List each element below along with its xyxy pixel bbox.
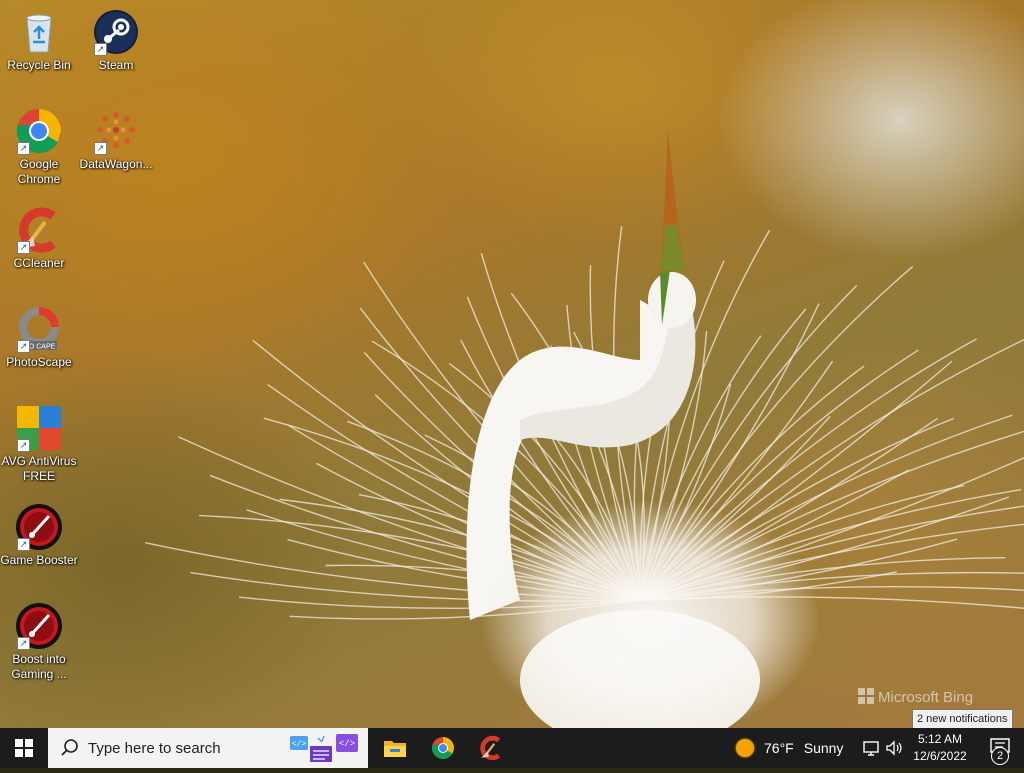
desktop-icon-game-booster[interactable]: ↗ Game Booster	[0, 503, 78, 568]
desktop-icon-recycle-bin[interactable]: Recycle Bin	[0, 8, 78, 73]
svg-text:</>: </>	[339, 739, 355, 749]
start-button[interactable]	[0, 728, 48, 768]
system-clock[interactable]: 5:12 AM 12/6/2022	[908, 731, 972, 765]
ccleaner-icon	[480, 735, 501, 761]
shortcut-arrow-icon: ↗	[94, 43, 107, 56]
desktop-icon-photoscape[interactable]: TO CAPE ↗ PhotoScape	[0, 305, 78, 370]
recycle-bin-icon	[15, 8, 63, 56]
desktop-icon-datawagon[interactable]: ↗ DataWagon...	[77, 107, 155, 172]
desktop-icon-boost-into-gaming[interactable]: ↗ Boost into Gaming ...	[0, 602, 78, 682]
desktop-icon-label: Boost into Gaming ...	[11, 652, 67, 681]
shortcut-arrow-icon: ↗	[17, 439, 30, 452]
taskbar-google-chrome[interactable]	[420, 728, 466, 768]
desktop-icon-label: AVG AntiVirus FREE	[1, 454, 77, 483]
avg-icon: ↗	[15, 404, 63, 452]
notification-count-badge: 2	[991, 747, 1009, 765]
shortcut-arrow-icon: ↗	[17, 538, 30, 551]
sunny-weather-icon	[736, 739, 754, 757]
desktop-icon-ccleaner[interactable]: ↗ CCleaner	[0, 206, 78, 271]
search-icon	[61, 739, 78, 756]
taskbar: Type here to search </> </> 76°F Sunny 5…	[0, 728, 1024, 768]
shortcut-arrow-icon: ↗	[17, 340, 30, 353]
desktop-icon-label: Game Booster	[0, 553, 78, 567]
desktop-icon-label: CCleaner	[13, 256, 65, 270]
ccleaner-icon: ↗	[15, 206, 63, 254]
desktop-icon-label: Recycle Bin	[7, 58, 71, 72]
taskbar-file-explorer[interactable]	[372, 728, 418, 768]
file-explorer-icon	[384, 741, 406, 757]
search-highlight-illustration-icon[interactable]: </> </>	[288, 732, 362, 764]
weather-temperature: 76°F	[764, 740, 794, 756]
windows-logo-icon	[15, 739, 33, 757]
taskbar-ccleaner[interactable]	[468, 728, 514, 768]
svg-text:</>: </>	[292, 740, 307, 749]
desktop-icon-avg-antivirus[interactable]: ↗ AVG AntiVirus FREE	[0, 404, 78, 484]
desktop-icon-google-chrome[interactable]: ↗ Google Chrome	[0, 107, 78, 187]
shortcut-arrow-icon: ↗	[94, 142, 107, 155]
volume-icon[interactable]	[884, 738, 904, 758]
photoscape-icon: TO CAPE ↗	[15, 305, 63, 353]
desktop-icon-label: DataWagon...	[79, 157, 153, 171]
desktop-icon-steam[interactable]: ↗ Steam	[77, 8, 155, 73]
bing-watermark-text: Microsoft Bing	[878, 689, 974, 706]
shortcut-arrow-icon: ↗	[17, 241, 30, 254]
chrome-icon: ↗	[15, 107, 63, 155]
steam-icon: ↗	[92, 8, 140, 56]
desktop-icon-label: Google Chrome	[17, 157, 61, 186]
notifications-tooltip: 2 new notifications	[912, 709, 1013, 729]
clock-time: 5:12 AM	[917, 732, 963, 746]
microsoft-logo-icon	[858, 688, 874, 704]
shortcut-arrow-icon: ↗	[17, 142, 30, 155]
game-booster-icon: ↗	[15, 503, 63, 551]
bing-watermark: Microsoft Bing	[858, 688, 973, 706]
network-icon[interactable]	[862, 738, 882, 758]
datawagon-icon: ↗	[92, 107, 140, 155]
search-placeholder: Type here to search	[88, 739, 221, 757]
weather-condition: Sunny	[803, 740, 844, 756]
desktop-icon-label: PhotoScape	[6, 355, 72, 369]
chrome-icon	[431, 737, 454, 759]
weather-widget[interactable]: 76°F Sunny	[736, 728, 843, 768]
shortcut-arrow-icon: ↗	[17, 637, 30, 650]
clock-date: 12/6/2022	[913, 749, 967, 763]
boost-gaming-icon: ↗	[15, 602, 63, 650]
taskbar-search-box[interactable]: Type here to search </> </>	[48, 728, 368, 768]
desktop-icon-label: Steam	[98, 58, 134, 72]
